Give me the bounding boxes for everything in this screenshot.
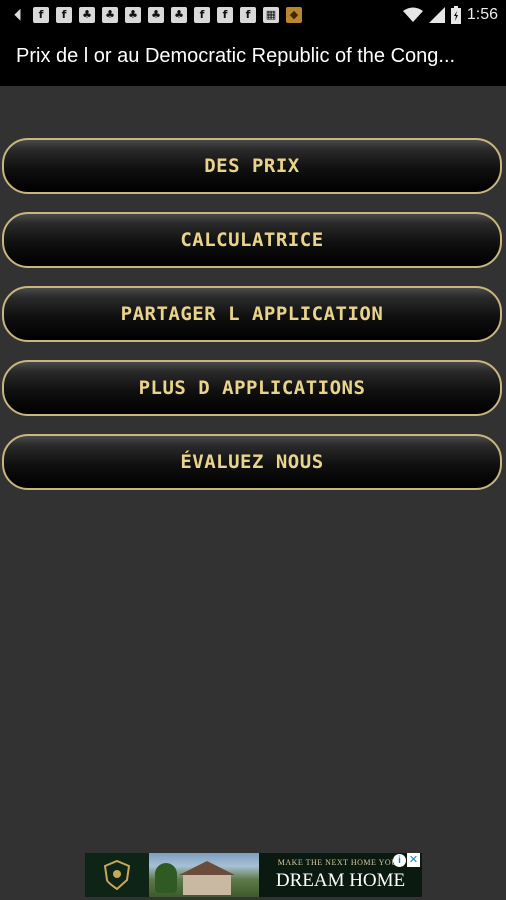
- action-bar: Prix de l or au Democratic Republic of t…: [0, 30, 506, 86]
- system-status: 1:56: [402, 5, 498, 25]
- signal-icon: [428, 7, 445, 23]
- palm-tree-icon: ♣: [102, 7, 118, 23]
- palm-tree-icon: ♣: [148, 7, 164, 23]
- image-icon: ▦: [263, 7, 279, 23]
- notification-icons: ⏴ f f ♣ ♣ ♣ ♣ ♣ f f f ▦ ◆: [10, 6, 302, 24]
- palm-tree-icon: ♣: [171, 7, 187, 23]
- shield-logo-icon: [104, 860, 130, 890]
- battery-icon: [450, 6, 461, 24]
- rate-us-button[interactable]: ÉVALUEZ NOUS: [2, 434, 502, 490]
- facebook-icon: f: [217, 7, 233, 23]
- ad-close-icon[interactable]: ✕: [407, 853, 420, 867]
- facebook-icon: f: [194, 7, 210, 23]
- palm-tree-icon: ♣: [79, 7, 95, 23]
- facebook-icon: f: [33, 7, 49, 23]
- share-app-button[interactable]: PARTAGER L APPLICATION: [2, 286, 502, 342]
- calculator-button[interactable]: CALCULATRICE: [2, 212, 502, 268]
- share-app-button-label: PARTAGER L APPLICATION: [120, 303, 384, 325]
- prices-button-label: DES PRIX: [204, 155, 300, 177]
- palm-tree-icon: ♣: [125, 7, 141, 23]
- clock: 1:56: [466, 6, 498, 23]
- ad-banner[interactable]: MAKE THE NEXT HOME YOUR DREAM HOME i ✕: [85, 853, 422, 897]
- wifi-icon: [402, 7, 423, 22]
- facebook-icon: f: [240, 7, 256, 23]
- status-bar: ⏴ f f ♣ ♣ ♣ ♣ ♣ f f f ▦ ◆ 1:56: [0, 0, 506, 30]
- calculator-button-label: CALCULATRICE: [180, 229, 324, 251]
- facebook-icon: f: [56, 7, 72, 23]
- more-apps-button-label: PLUS D APPLICATIONS: [138, 377, 366, 399]
- app-icon: ◆: [286, 7, 302, 23]
- ad-headline: DREAM HOME: [275, 870, 406, 891]
- more-apps-button[interactable]: PLUS D APPLICATIONS: [2, 360, 502, 416]
- back-arrow-icon: ⏴: [14, 6, 22, 24]
- ad-info-icon[interactable]: i: [393, 854, 406, 867]
- ad-logo: [85, 853, 149, 897]
- prices-button[interactable]: DES PRIX: [2, 138, 502, 194]
- rate-us-button-label: ÉVALUEZ NOUS: [180, 451, 324, 473]
- ad-house-image: [149, 853, 259, 897]
- page-title: Prix de l or au Democratic Republic of t…: [16, 45, 456, 67]
